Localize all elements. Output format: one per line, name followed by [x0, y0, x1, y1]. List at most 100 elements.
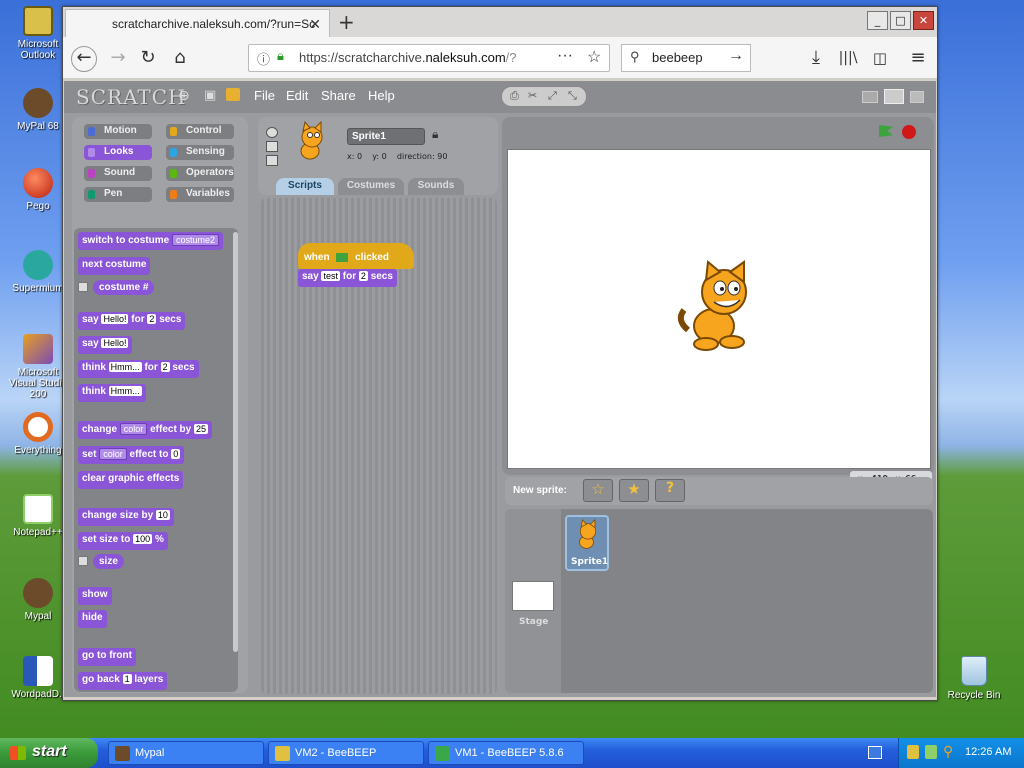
- taskbar-item-vm1[interactable]: VM1 - BeeBEEP 5.8.6: [428, 741, 584, 765]
- shrink-icon[interactable]: ⤡: [568, 89, 577, 103]
- sidebar-icon[interactable]: ◫: [867, 46, 893, 72]
- category-variables[interactable]: Variables: [166, 187, 234, 202]
- choose-sprite-file-icon[interactable]: ★: [619, 479, 649, 502]
- stage-thumbnail[interactable]: [512, 581, 554, 611]
- menu-file[interactable]: File: [254, 88, 275, 103]
- info-icon[interactable]: ⓘ: [257, 49, 270, 68]
- block-switch-costume[interactable]: switch to costume costume2: [78, 232, 224, 250]
- grow-icon[interactable]: ⤢: [548, 89, 557, 103]
- number-slot[interactable]: 25: [194, 424, 209, 434]
- stage[interactable]: [507, 149, 931, 469]
- cat-sprite[interactable]: [674, 260, 766, 356]
- number-slot[interactable]: 100: [133, 534, 153, 544]
- block-set-effect[interactable]: set color effect to 0: [78, 446, 185, 464]
- close-window-button[interactable]: ✕: [913, 11, 934, 30]
- text-slot[interactable]: Hmm...: [108, 386, 142, 396]
- number-slot[interactable]: 10: [155, 510, 170, 520]
- search-input[interactable]: ⚲ beebeep →: [621, 44, 751, 72]
- script-say-for-secs[interactable]: say test for 2 secs: [298, 269, 397, 287]
- category-sound[interactable]: Sound: [84, 166, 152, 181]
- new-tab-button[interactable]: +: [338, 10, 355, 34]
- random-sprite-icon[interactable]: ?: [655, 479, 685, 502]
- stop-sign-icon[interactable]: [902, 125, 916, 139]
- forward-arrow-icon[interactable]: →: [105, 46, 131, 72]
- effect-dropdown[interactable]: color: [119, 423, 148, 435]
- block-think-for-secs[interactable]: think Hmm... for 2 secs: [78, 360, 199, 378]
- block-change-size[interactable]: change size by 10: [78, 508, 174, 526]
- minimize-button[interactable]: _: [867, 11, 888, 30]
- text-slot[interactable]: test: [321, 271, 340, 281]
- desktop-icon-recycle-bin[interactable]: Recycle Bin: [938, 656, 1010, 701]
- download-icon[interactable]: ⤓: [803, 46, 829, 72]
- block-go-to-front[interactable]: go to front: [78, 648, 136, 666]
- bookmark-star-icon[interactable]: ☆: [587, 47, 601, 67]
- sprite-name-field[interactable]: Sprite1: [347, 128, 425, 145]
- rotate-all-icon[interactable]: [266, 127, 278, 138]
- keyboard-icon[interactable]: [868, 746, 882, 759]
- tab-sounds[interactable]: Sounds: [408, 178, 464, 195]
- delete-scissors-icon[interactable]: ✂: [528, 89, 537, 102]
- block-go-back-layers[interactable]: go back 1 layers: [78, 672, 168, 690]
- block-costume-number[interactable]: costume #: [78, 280, 158, 298]
- duplicate-stamp-icon[interactable]: ⎙: [510, 89, 519, 103]
- block-clear-effects[interactable]: clear graphic effects: [78, 471, 184, 489]
- sprite-thumbnail-sprite1[interactable]: Sprite1: [565, 515, 609, 571]
- maximize-button[interactable]: □: [890, 11, 911, 30]
- start-button[interactable]: start: [0, 738, 98, 768]
- script-when-flag-clicked[interactable]: when clicked: [298, 243, 414, 269]
- category-sensing[interactable]: Sensing: [166, 145, 234, 160]
- block-change-effect[interactable]: change color effect by 25: [78, 421, 213, 439]
- block-next-costume[interactable]: next costume: [78, 257, 151, 275]
- globe-icon[interactable]: ⊕: [178, 88, 190, 104]
- beebeep-tray-icon[interactable]: [907, 745, 919, 759]
- taskbar-item-vm2[interactable]: VM2 - BeeBEEP: [268, 741, 424, 765]
- flip-lr-icon[interactable]: [266, 141, 278, 152]
- number-slot[interactable]: 2: [147, 314, 157, 324]
- checkbox[interactable]: [78, 282, 88, 293]
- category-looks[interactable]: Looks: [84, 145, 152, 160]
- palette-scrollbar[interactable]: [233, 232, 238, 652]
- taskbar-item-mypal[interactable]: Mypal: [108, 741, 264, 765]
- tab-costumes[interactable]: Costumes: [338, 178, 404, 195]
- lock-icon[interactable]: 🔒︎: [432, 127, 438, 142]
- category-pen[interactable]: Pen: [84, 187, 152, 202]
- menu-share[interactable]: Share: [321, 88, 356, 103]
- block-say[interactable]: say Hello!: [78, 336, 133, 354]
- tab-scripts[interactable]: Scripts: [276, 178, 334, 195]
- category-operators[interactable]: Operators: [166, 166, 234, 181]
- block-size-reporter[interactable]: size: [78, 554, 128, 572]
- category-control[interactable]: Control: [166, 124, 234, 139]
- address-bar[interactable]: ⓘ 🔒︎ https://scratcharchive.naleksuh.com…: [248, 44, 610, 72]
- menu-help[interactable]: Help: [368, 88, 395, 103]
- network-tray-icon[interactable]: [925, 745, 937, 759]
- block-hide[interactable]: hide: [78, 610, 107, 628]
- block-say-for-secs[interactable]: say Hello! for 2 secs: [78, 312, 186, 330]
- more-actions-icon[interactable]: ···: [557, 47, 573, 65]
- text-slot[interactable]: Hello!: [101, 314, 129, 324]
- block-think[interactable]: think Hmm...: [78, 384, 146, 402]
- presentation-mode-icon[interactable]: [910, 91, 924, 103]
- library-icon[interactable]: |||\: [835, 46, 861, 72]
- clock[interactable]: 12:26 AM: [965, 746, 1011, 758]
- number-slot[interactable]: 1: [122, 674, 132, 684]
- category-motion[interactable]: Motion: [84, 124, 152, 139]
- block-show[interactable]: show: [78, 587, 112, 605]
- effect-dropdown[interactable]: color: [99, 448, 127, 460]
- no-rotate-icon[interactable]: [266, 155, 278, 166]
- number-slot[interactable]: 0: [171, 449, 181, 459]
- reload-icon[interactable]: ↻: [135, 46, 161, 72]
- close-tab-icon[interactable]: ✕: [309, 16, 321, 33]
- save-disk-icon[interactable]: ▣: [204, 88, 216, 103]
- normal-stage-icon[interactable]: [884, 89, 904, 104]
- search-tray-icon[interactable]: ⚲: [943, 743, 953, 760]
- paint-new-sprite-icon[interactable]: ☆: [583, 479, 613, 502]
- number-slot[interactable]: 2: [160, 362, 170, 372]
- text-slot[interactable]: Hmm...: [108, 362, 142, 372]
- number-slot[interactable]: 2: [358, 271, 368, 281]
- hamburger-menu-icon[interactable]: ≡: [905, 46, 931, 72]
- text-slot[interactable]: Hello!: [101, 338, 129, 348]
- costume-dropdown[interactable]: costume2: [172, 234, 220, 246]
- share-folder-icon[interactable]: [226, 88, 240, 101]
- checkbox[interactable]: [78, 556, 88, 567]
- back-arrow-icon[interactable]: ←: [71, 46, 97, 72]
